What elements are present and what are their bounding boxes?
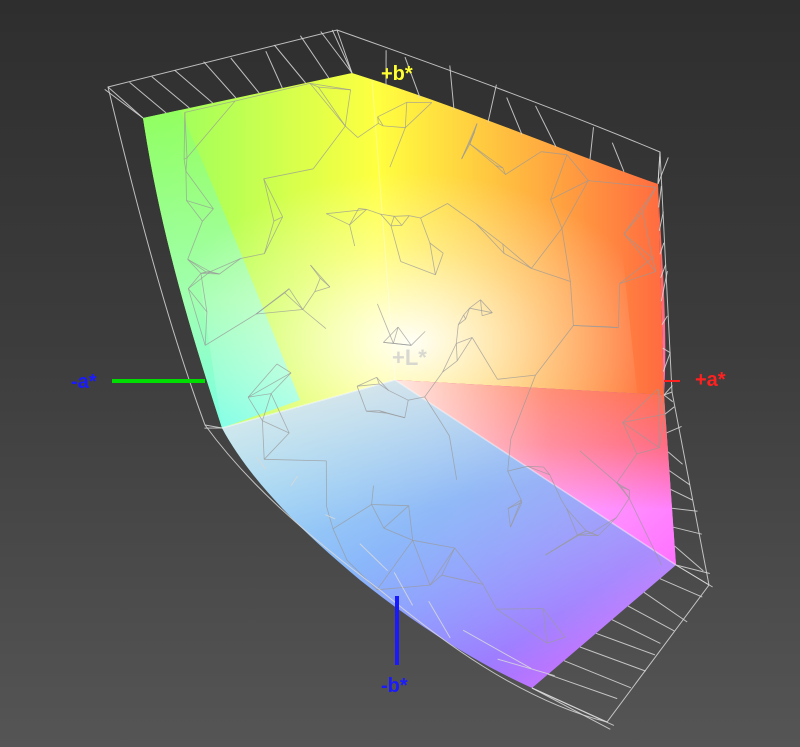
mesh-edge (496, 608, 544, 610)
wireframe-edge (151, 76, 190, 109)
axis-label-plus-b: +b* (381, 63, 413, 85)
wireframe-edge (670, 488, 693, 501)
wireframe-edge (299, 35, 330, 79)
gamut-solid (143, 73, 677, 688)
wireframe-edge (531, 687, 611, 730)
gamut-svg (104, 29, 713, 730)
axis-label-minus-b: -b* (381, 675, 408, 697)
wireframe-edge (664, 406, 675, 415)
wireframe-edge (611, 142, 625, 172)
wireframe-edge (273, 44, 306, 84)
wireframe-edge (230, 57, 260, 94)
wireframe-edge (669, 470, 691, 486)
mesh-edge (577, 534, 599, 536)
gamut-visualization: +b* -a* +a* -b* +L* (0, 0, 800, 747)
wireframe-edge (667, 451, 683, 465)
axis-label-plus-l: +L* (392, 345, 427, 370)
wireframe-edge (659, 578, 703, 598)
axis-label-plus-a: +a* (695, 369, 726, 391)
wireframe-edge (611, 619, 661, 644)
wireframe-edge (671, 507, 698, 512)
wireframe-edge (579, 646, 646, 672)
wireframe-edge (203, 61, 237, 99)
wireframe-edge (673, 526, 702, 535)
wireframe-edge (589, 127, 594, 160)
axis-label-minus-a: -a* (71, 371, 97, 393)
wireframe-edge (487, 84, 497, 123)
wireframe-edge (104, 88, 144, 119)
wireframe-edge (265, 50, 283, 89)
wireframe-edge (675, 564, 710, 574)
wireframe-edge (663, 394, 674, 403)
wireframe-edge (174, 69, 214, 104)
wireframe-edge (658, 185, 662, 208)
wireframe-edge (627, 605, 675, 632)
wireframe-edge (129, 82, 167, 114)
